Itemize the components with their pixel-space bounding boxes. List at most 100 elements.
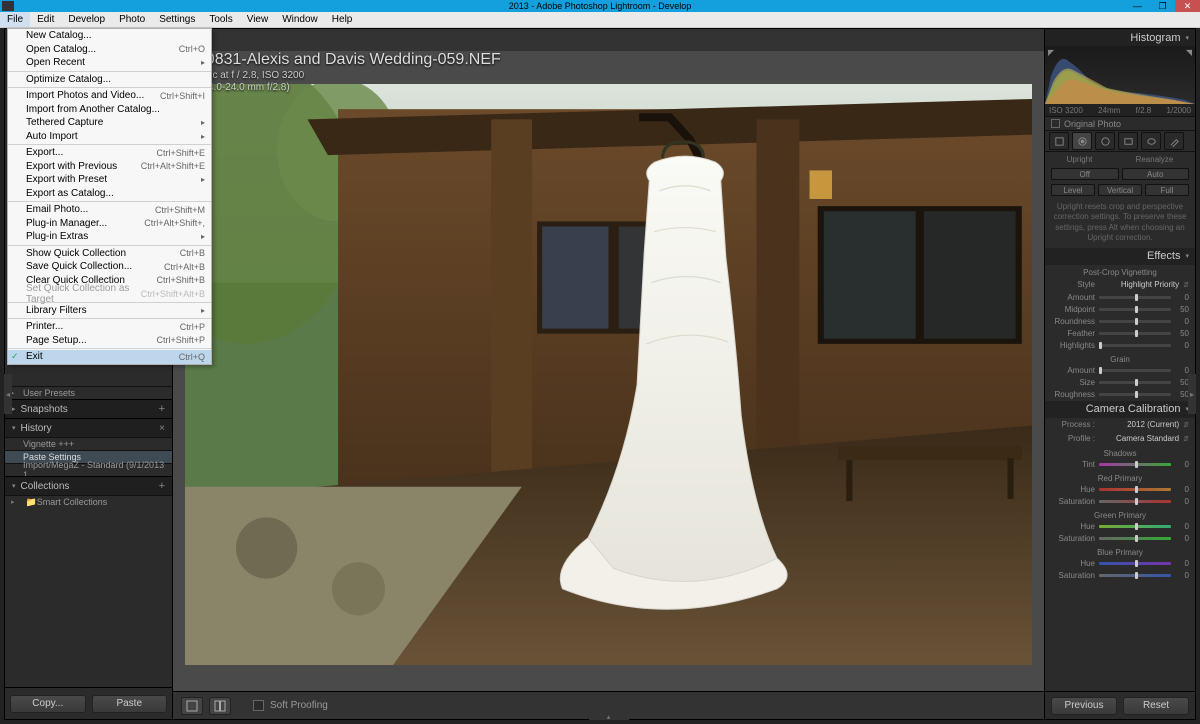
histogram-info: ISO 320024mmf/2.81/2000 (1045, 104, 1195, 116)
paste-button[interactable]: Paste (92, 695, 168, 713)
grad-filter-tool[interactable] (1118, 132, 1138, 150)
upright-auto-button[interactable]: Auto (1122, 168, 1190, 180)
history-header[interactable]: ▾History× (5, 418, 172, 437)
reset-button[interactable]: Reset (1123, 697, 1189, 715)
menu-item[interactable]: Email Photo...Ctrl+Shift+M (8, 203, 211, 217)
soft-proofing-checkbox[interactable] (253, 700, 264, 711)
upright-full-button[interactable]: Full (1145, 184, 1189, 196)
smart-collections-row[interactable]: ▸ 📁 Smart Collections (5, 495, 172, 508)
menu-help[interactable]: Help (325, 12, 360, 27)
camera-calibration-header[interactable]: Camera Calibration▾ (1045, 401, 1195, 418)
window-titlebar: 2013 - Adobe Photoshop Lightroom - Devel… (0, 0, 1200, 12)
highlight-clip-icon[interactable]: ◥ (1186, 48, 1192, 57)
radial-filter-tool[interactable] (1141, 132, 1161, 150)
menu-item[interactable]: Plug-in Manager...Ctrl+Alt+Shift+, (8, 217, 211, 231)
redeye-tool[interactable] (1095, 132, 1115, 150)
photo-preview[interactable] (185, 84, 1032, 665)
add-snapshot-icon[interactable]: + (159, 403, 165, 415)
history-item[interactable]: Import/MegaZ - Standard (9/1/2013 1... (5, 463, 172, 476)
original-photo-toggle[interactable]: Original Photo (1045, 116, 1195, 130)
menu-item[interactable]: Import from Another Catalog... (8, 103, 211, 117)
red-primary-label: Red Primary (1045, 471, 1195, 484)
vignette-roundness-slider[interactable] (1099, 320, 1171, 323)
histogram-header[interactable]: Histogram▾ (1045, 29, 1195, 46)
grain-amount-slider[interactable] (1099, 369, 1171, 372)
menu-item[interactable]: Export as Catalog... (8, 187, 211, 201)
snapshots-header[interactable]: ▸Snapshots+ (5, 399, 172, 418)
menu-item[interactable]: Export with PreviousCtrl+Alt+Shift+E (8, 160, 211, 174)
left-panel-toggle[interactable]: ◂ (4, 374, 12, 414)
blue-hue-slider[interactable] (1099, 562, 1171, 565)
menu-item[interactable]: Library Filters▸ (8, 304, 211, 318)
menu-item[interactable]: New Catalog... (8, 29, 211, 43)
filmstrip-toggle[interactable]: ▴ (589, 713, 629, 720)
brush-tool[interactable] (1164, 132, 1184, 150)
history-item[interactable]: Vignette +++ (5, 437, 172, 450)
menu-item[interactable]: Show Quick CollectionCtrl+B (8, 247, 211, 261)
window-minimize-button[interactable]: — (1125, 0, 1150, 12)
grain-roughness-slider[interactable] (1099, 393, 1171, 396)
process-select[interactable]: 2012 (Current) (1099, 420, 1179, 429)
upright-level-button[interactable]: Level (1051, 184, 1095, 196)
vignette-amount-slider[interactable] (1099, 296, 1171, 299)
loupe-view-button[interactable] (181, 697, 203, 715)
add-collection-icon[interactable]: + (159, 480, 165, 492)
menu-photo[interactable]: Photo (112, 12, 152, 27)
user-presets-row[interactable]: ▸User Presets (5, 386, 172, 399)
effects-header[interactable]: Effects▾ (1045, 248, 1195, 265)
upright-vertical-button[interactable]: Vertical (1098, 184, 1142, 196)
menu-item[interactable]: Tethered Capture▸ (8, 116, 211, 130)
menu-file[interactable]: File (0, 12, 30, 27)
vignette-feather-slider[interactable] (1099, 332, 1171, 335)
menu-item[interactable]: Open Recent▸ (8, 56, 211, 70)
clear-history-icon[interactable]: × (159, 423, 165, 434)
menu-item[interactable]: Auto Import▸ (8, 130, 211, 144)
menu-window[interactable]: Window (275, 12, 325, 27)
red-sat-slider[interactable] (1099, 500, 1171, 503)
crop-tool[interactable] (1049, 132, 1069, 150)
red-hue-slider[interactable] (1099, 488, 1171, 491)
upright-off-button[interactable]: Off (1051, 168, 1119, 180)
menu-item[interactable]: Import Photos and Video...Ctrl+Shift+I (8, 89, 211, 103)
menu-item[interactable]: Plug-in Extras▸ (8, 230, 211, 244)
menu-item[interactable]: Open Catalog...Ctrl+O (8, 43, 211, 57)
app-icon (2, 1, 14, 11)
vignette-highlights-slider[interactable] (1099, 344, 1171, 347)
grain-label: Grain (1045, 352, 1195, 365)
menubar: File Edit Develop Photo Settings Tools V… (0, 12, 1200, 28)
window-title: 2013 - Adobe Photoshop Lightroom - Devel… (509, 1, 692, 11)
vignette-midpoint-slider[interactable] (1099, 308, 1171, 311)
histogram[interactable]: ◤ ◥ (1045, 46, 1195, 104)
green-sat-slider[interactable] (1099, 537, 1171, 540)
filename-overlay: 130831-Alexis and Davis Wedding-059.NEF (188, 51, 501, 69)
menu-item[interactable]: Optimize Catalog... (8, 73, 211, 87)
shadow-clip-icon[interactable]: ◤ (1048, 48, 1054, 57)
vignette-style-select[interactable]: Highlight Priority (1099, 280, 1179, 289)
menu-tools[interactable]: Tools (202, 12, 239, 27)
grain-size-slider[interactable] (1099, 381, 1171, 384)
menu-item[interactable]: Printer...Ctrl+P (8, 320, 211, 334)
menu-settings[interactable]: Settings (152, 12, 202, 27)
menu-item[interactable]: Export...Ctrl+Shift+E (8, 146, 211, 160)
collections-header[interactable]: ▾Collections+ (5, 476, 172, 495)
window-close-button[interactable]: ✕ (1175, 0, 1200, 12)
spot-tool[interactable] (1072, 132, 1092, 150)
previous-button[interactable]: Previous (1051, 697, 1117, 715)
blue-sat-slider[interactable] (1099, 574, 1171, 577)
menu-item[interactable]: ✓ExitCtrl+Q (8, 350, 211, 364)
menu-item[interactable]: Save Quick Collection...Ctrl+Alt+B (8, 260, 211, 274)
menu-edit[interactable]: Edit (30, 12, 61, 27)
copy-button[interactable]: Copy... (10, 695, 86, 713)
window-maximize-button[interactable]: ❐ (1150, 0, 1175, 12)
menu-item[interactable]: Export with Preset▸ (8, 173, 211, 187)
right-panel-toggle[interactable]: ▸ (1188, 374, 1195, 414)
profile-select[interactable]: Camera Standard (1099, 434, 1179, 443)
menu-view[interactable]: View (240, 12, 276, 27)
menu-develop[interactable]: Develop (61, 12, 112, 27)
shadows-tint-slider[interactable] (1099, 463, 1171, 466)
menu-item[interactable]: Page Setup...Ctrl+Shift+P (8, 334, 211, 348)
blue-primary-label: Blue Primary (1045, 545, 1195, 558)
right-panel: Histogram▾ ◤ ◥ ISO 320024mmf/2.81/2000 O… (1045, 29, 1195, 719)
green-hue-slider[interactable] (1099, 525, 1171, 528)
before-after-button[interactable] (209, 697, 231, 715)
